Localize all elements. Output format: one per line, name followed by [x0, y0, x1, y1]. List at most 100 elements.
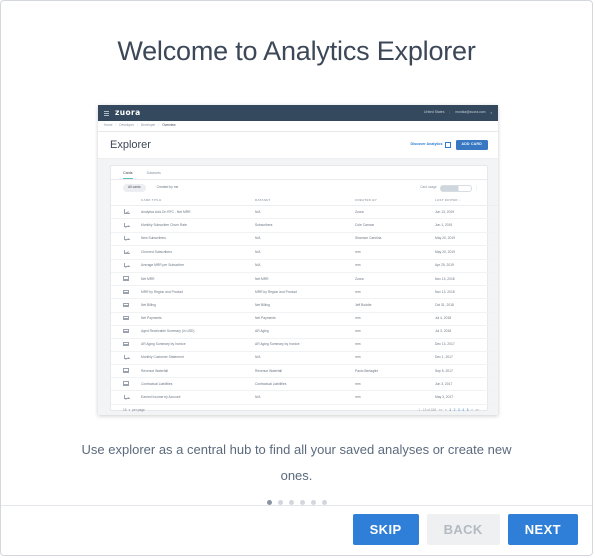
cell-created-by: mm — [355, 259, 435, 274]
grid-icon — [123, 289, 129, 295]
hamburger-icon[interactable] — [104, 110, 109, 116]
table-body: Analytics Add-On RFC - Net MRR N/A Zuora Ju… — [111, 205, 498, 405]
row-type-icon-cell — [111, 351, 141, 366]
col-created-by[interactable]: CREATED BY — [355, 196, 435, 206]
external-link-icon — [444, 141, 451, 148]
per-page-label: per page — [132, 407, 145, 412]
pager-first[interactable]: «« — [439, 408, 443, 412]
cell-last-edited: Dec 13, 2017 — [435, 338, 498, 352]
table-row[interactable]: Net MRRNet MRRZuoraNov 13, 2018No⋮ — [111, 272, 498, 287]
cell-card-title[interactable]: Churned Subscribers — [141, 245, 255, 260]
cell-dataset[interactable]: Net Billing — [255, 298, 355, 313]
breadcrumb-item-developer-1[interactable]: Developer — [119, 124, 134, 127]
row-type-icon-cell — [111, 245, 141, 260]
breadcrumb-item-developer-2[interactable]: Developer — [141, 124, 156, 127]
user-email[interactable]: monika@zuora.com — [455, 110, 485, 114]
next-button[interactable]: NEXT — [507, 514, 578, 545]
cell-card-title[interactable]: Earned Income by Account — [141, 390, 255, 405]
filter-created-by-me[interactable]: Created by me — [152, 184, 184, 192]
add-card-button[interactable]: ADD CARD — [455, 140, 488, 150]
pager-last[interactable]: »» — [475, 408, 479, 412]
col-last-edited[interactable]: LAST EDITED ↓ — [435, 196, 498, 206]
back-button[interactable]: BACK — [426, 514, 500, 545]
filter-all-cards[interactable]: All cards — [123, 183, 146, 193]
col-card-title[interactable]: CARD TITLE — [141, 196, 255, 206]
chart-icon — [123, 236, 130, 241]
table-row[interactable]: Analytics Add-On RFC - Net MRR N/A Zuora Ju… — [111, 205, 498, 220]
tab-datasets[interactable]: Datasets — [147, 171, 161, 179]
grid-icon — [123, 276, 129, 282]
cell-card-title[interactable]: Revenue Waterfall — [141, 364, 255, 379]
breadcrumb-separator: / — [136, 123, 138, 128]
cell-card-title[interactable]: Net Payments — [141, 312, 255, 326]
cell-card-title[interactable]: Aged Receivable Summary (in USD) — [141, 325, 255, 339]
chart-icon — [123, 249, 130, 254]
table-row[interactable]: Earned Income by Account N/A mm May 3, 2017… — [111, 390, 498, 405]
cell-last-edited: May 20, 2019 — [435, 232, 498, 247]
table-row[interactable]: Revenue Waterfall Revenue Waterfall Paolo … — [111, 364, 498, 379]
table-row[interactable]: Net Billing Net Billing Jeff Boddie Oct 31,… — [111, 298, 498, 313]
cell-last-edited: May 20, 2019 — [435, 245, 498, 260]
table-row[interactable]: Contractual Liabilities Contractual Liabi… — [111, 377, 498, 392]
cell-dataset[interactable]: Contractual Liabilities — [255, 377, 355, 392]
cell-card-title[interactable]: Net MRR — [141, 272, 255, 287]
cell-created-by: Zuora — [355, 272, 435, 287]
chart-icon — [123, 355, 130, 360]
cell-card-title[interactable]: Analytics Add-On RFC - Net MRR — [141, 205, 255, 220]
row-type-icon-cell — [111, 298, 141, 313]
table-row[interactable]: Monthly Customer Statement N/A mm Dec 1, 20… — [111, 351, 498, 366]
cell-card-title[interactable]: Net Billing — [141, 298, 255, 313]
cell-card-title[interactable]: AR Aging Summary by Invoice — [141, 338, 255, 352]
per-page-selector[interactable]: 15 ▾ per page — [123, 407, 145, 412]
cell-dataset[interactable]: Subscribers — [255, 218, 355, 233]
pager-page-1[interactable]: 1 — [449, 408, 451, 412]
cell-dataset: N/A — [255, 259, 355, 274]
cell-created-by: mm — [355, 377, 435, 392]
chevron-down-icon[interactable]: ▾ — [490, 111, 492, 115]
cell-card-title[interactable]: Monthly Customer Statement — [141, 351, 255, 366]
table-row[interactable]: Average MRR per Subscriber N/A mm Apr 25, 2… — [111, 259, 498, 274]
cell-dataset[interactable]: AR Aging Summary by Invoice — [255, 338, 355, 352]
cell-card-title[interactable]: Average MRR per Subscriber — [141, 259, 255, 274]
cell-dataset[interactable]: Revenue Waterfall — [255, 364, 355, 379]
table-row[interactable]: AR Aging Summary by Invoice AR Aging Summ… — [111, 338, 498, 352]
cell-last-edited: Jul 3, 2018 — [435, 325, 498, 339]
cell-card-title[interactable]: MRR by Region and Product — [141, 285, 255, 300]
table-row[interactable]: Net PaymentsNet PaymentsmmJul 4, 2018No⋮ — [111, 312, 498, 326]
pager-page-4[interactable]: 4 — [462, 408, 464, 412]
table-row[interactable]: MRR by Region and Product MRR by Region a… — [111, 285, 498, 300]
table-row[interactable]: Aged Receivable Summary (in USD) AR Aging… — [111, 325, 498, 339]
cell-dataset[interactable]: MRR by Region and Product — [255, 285, 355, 300]
pager-prev[interactable]: « — [445, 408, 447, 412]
tab-cards[interactable]: Cards — [123, 171, 133, 179]
col-icon — [111, 196, 141, 206]
cell-card-title[interactable]: Monthly Subscriber Churn Rate — [141, 218, 255, 233]
row-type-icon-cell — [111, 272, 141, 287]
cell-created-by: mm — [355, 285, 435, 300]
pager-page-3[interactable]: 3 — [458, 408, 460, 412]
product-screenshot: zuora United States | monika@zuora.com ▾… — [98, 105, 498, 415]
breadcrumb-item-home[interactable]: Home — [104, 124, 113, 127]
col-dataset[interactable]: DATASET — [255, 196, 355, 206]
kebab-menu-icon[interactable]: ⋮ — [475, 186, 479, 190]
cell-card-title[interactable]: New Subscribers — [141, 232, 255, 247]
table-row[interactable]: New Subscribers N/A Shannon Carolina May 20… — [111, 232, 498, 247]
cell-last-edited: Apr 25, 2019 — [435, 259, 498, 274]
cell-dataset[interactable]: AR Aging — [255, 325, 355, 339]
pager-page-2[interactable]: 2 — [454, 408, 456, 412]
pager-next[interactable]: » — [471, 408, 473, 412]
cell-dataset[interactable]: Net MRR — [255, 272, 355, 287]
discover-analytics-link[interactable]: Discover Analytics — [410, 141, 451, 148]
cell-card-title[interactable]: Contractual Liabilities — [141, 377, 255, 392]
pager-page-5[interactable]: 5 — [467, 408, 469, 412]
wizard-caption: Use explorer as a central hub to find al… — [81, 442, 512, 483]
tenant-label[interactable]: United States — [424, 110, 444, 114]
cell-created-by: mm — [355, 312, 435, 326]
cell-dataset[interactable]: Net Payments — [255, 312, 355, 326]
skip-button[interactable]: SKIP — [352, 514, 419, 545]
wizard-footer: SKIP BACK NEXT — [1, 505, 592, 555]
zuora-logo: zuora — [115, 108, 141, 118]
table-row[interactable]: Monthly Subscriber Churn Rate Subscribers… — [111, 218, 498, 233]
cell-created-by: mm — [355, 325, 435, 339]
table-row[interactable]: Churned SubscribersN/AmmMay 20, 2019No⋮ — [111, 245, 498, 260]
